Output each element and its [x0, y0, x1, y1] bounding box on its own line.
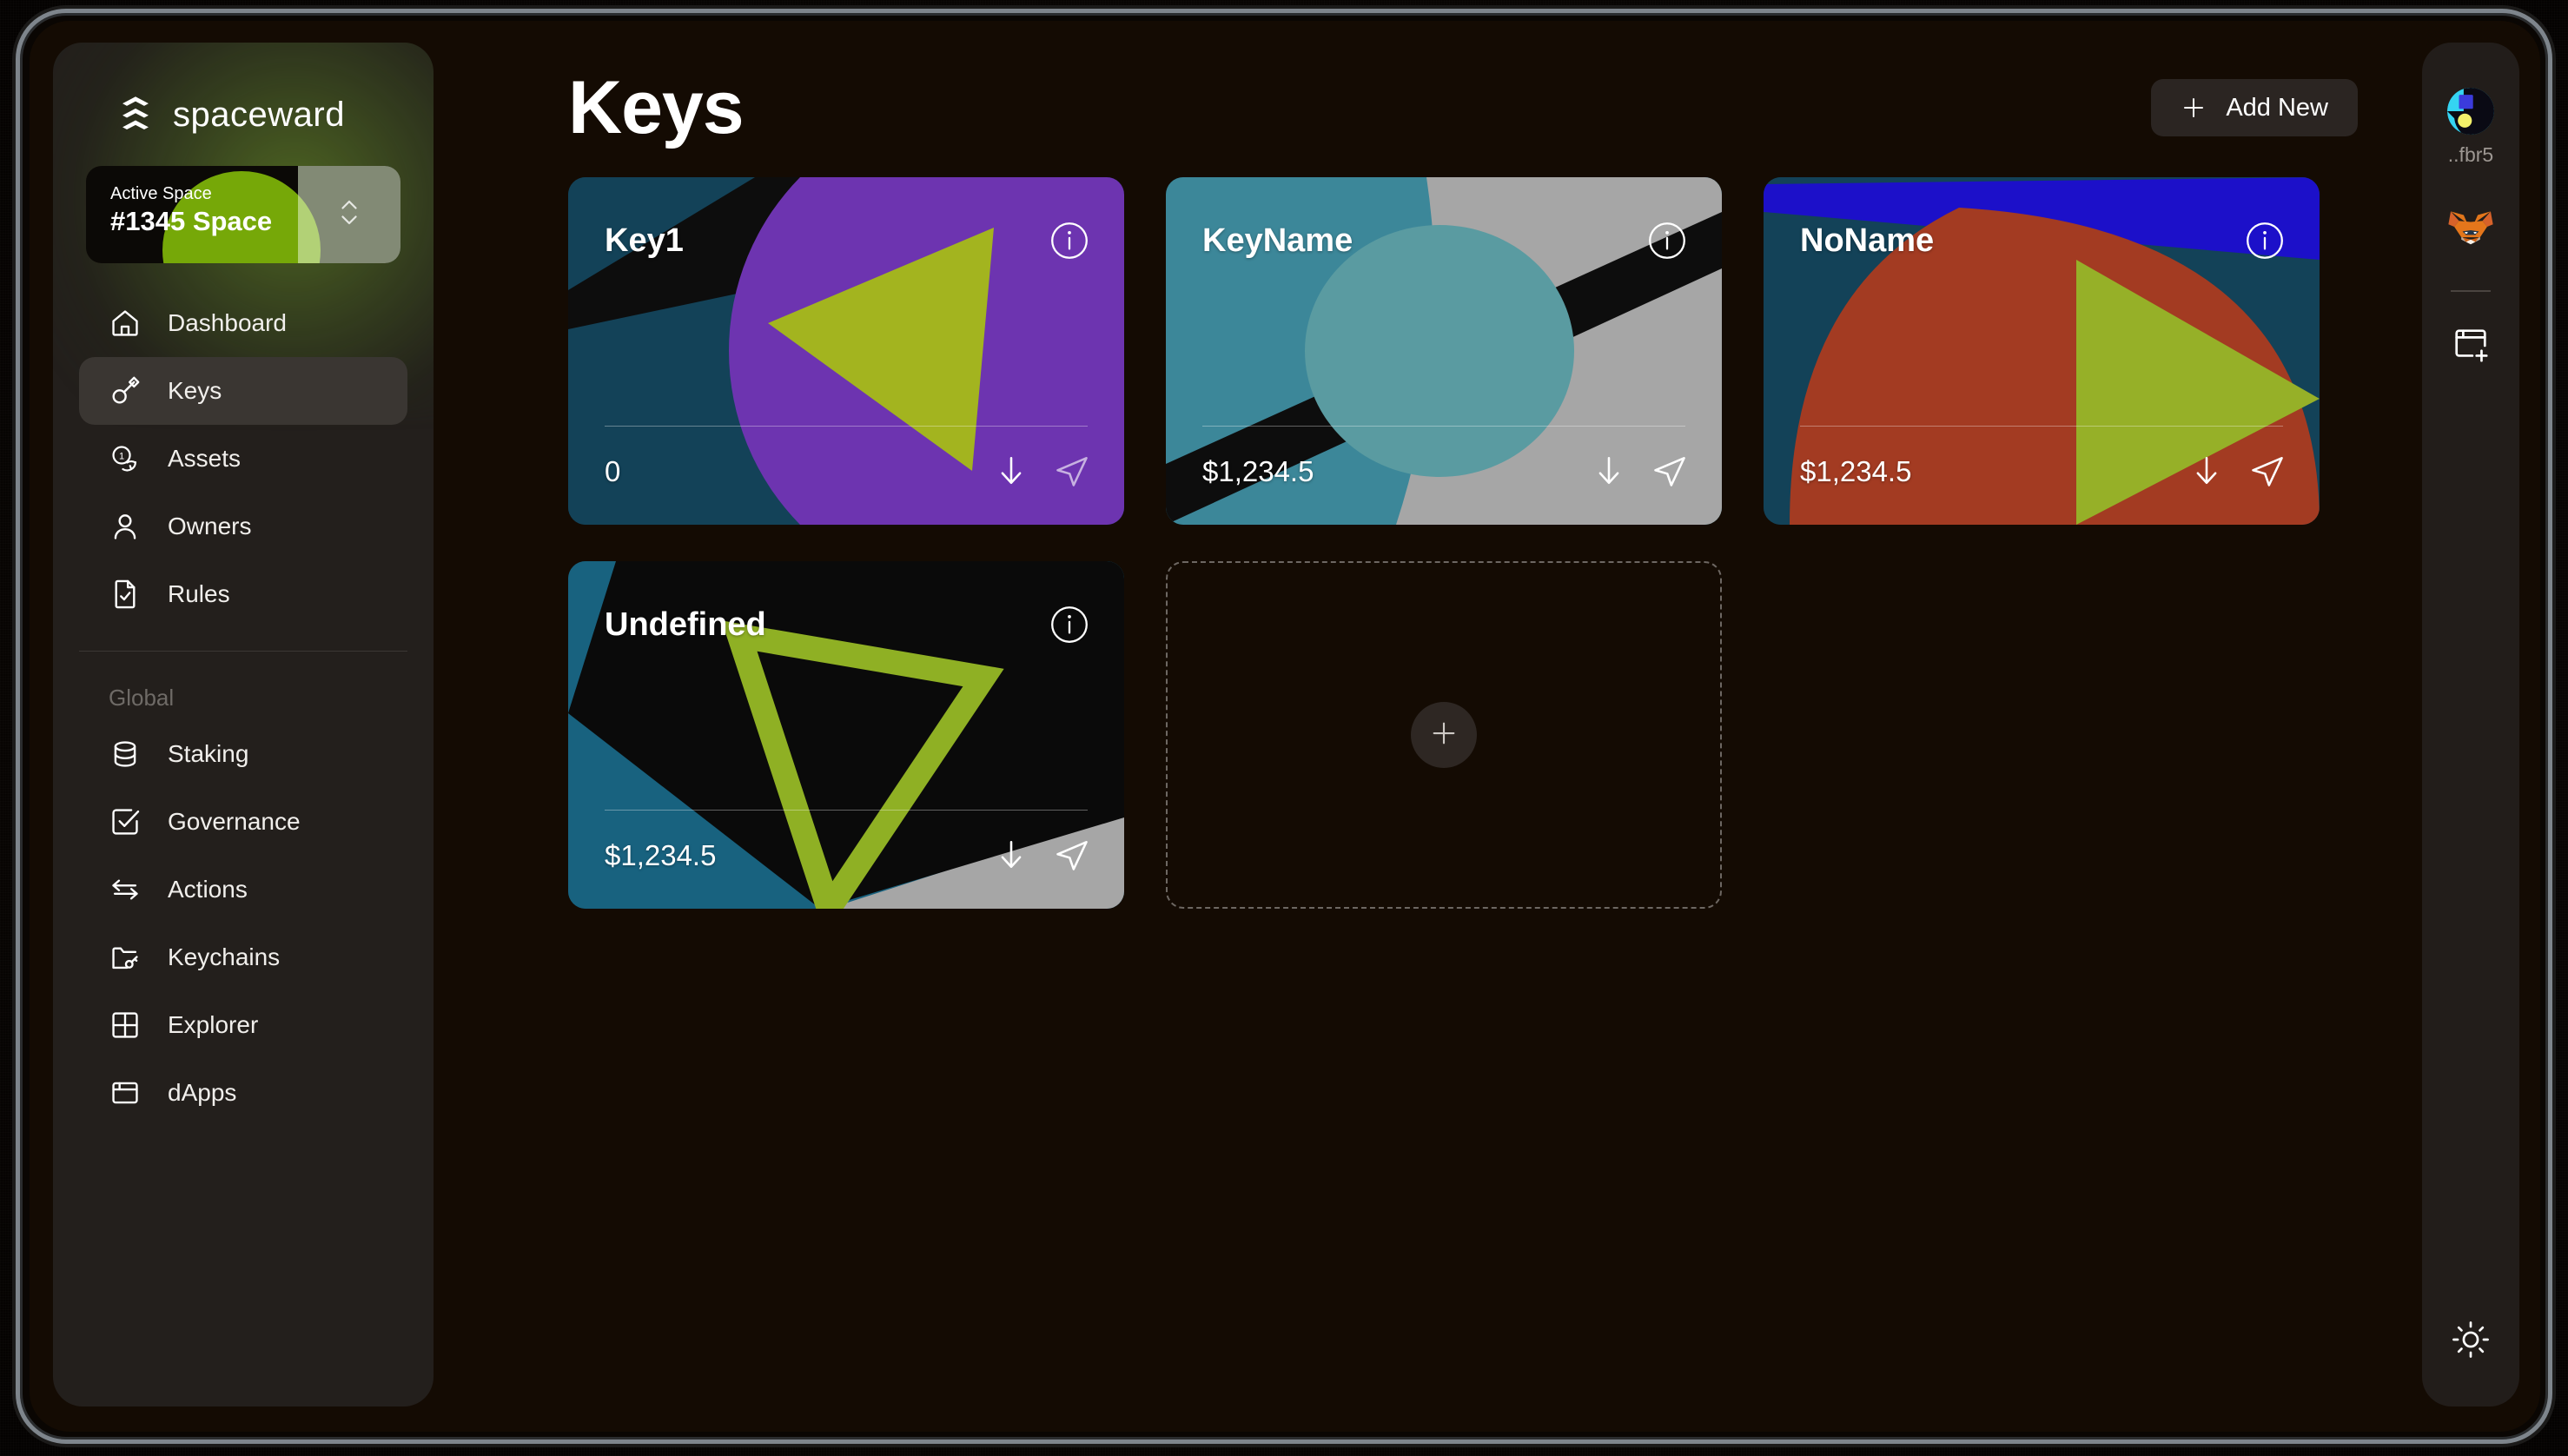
plus-icon: [2181, 95, 2207, 121]
card-amount: $1,234.5: [1800, 455, 1912, 487]
sidebar-item-keychains[interactable]: Keychains: [79, 923, 407, 991]
home-icon: [109, 307, 142, 340]
device-frame: spaceward Active Space #1345 Space Dashb…: [0, 0, 2568, 1456]
sidebar-item-label: Actions: [168, 876, 248, 903]
sidebar-item-assets[interactable]: 1 Assets: [79, 425, 407, 493]
paper-plane-icon[interactable]: [2248, 452, 2287, 490]
sidebar-item-actions[interactable]: Actions: [79, 856, 407, 923]
chevron-up-down-icon[interactable]: [336, 192, 362, 238]
paper-plane-icon[interactable]: [1053, 452, 1091, 490]
card-name: Undefined: [605, 606, 766, 643]
brand-name: spaceward: [173, 95, 345, 134]
svg-text:1: 1: [119, 451, 124, 461]
sidebar-item-label: Owners: [168, 513, 252, 539]
database-icon: [109, 738, 142, 771]
sidebar-primary-nav: Dashboard Keys 1 Assets Owners Rules: [53, 263, 434, 628]
key-card[interactable]: KeyName $1,234.5: [1166, 177, 1722, 525]
sidebar-item-explorer[interactable]: Explorer: [79, 991, 407, 1059]
theme-toggle-button[interactable]: [2451, 1320, 2491, 1360]
sidebar-item-rules[interactable]: Rules: [79, 560, 407, 628]
sidebar-item-dashboard[interactable]: Dashboard: [79, 289, 407, 357]
arrows-swap-icon: [109, 873, 142, 906]
brand[interactable]: spaceward: [53, 43, 434, 135]
sidebar-item-label: Rules: [168, 580, 230, 607]
key-icon: [109, 374, 142, 407]
sidebar-item-governance[interactable]: Governance: [79, 788, 407, 856]
card-name: KeyName: [1202, 222, 1353, 259]
key-card[interactable]: Veiw details Key1 0: [568, 177, 1124, 525]
new-window-icon[interactable]: [2451, 325, 2491, 365]
sidebar-item-staking[interactable]: Staking: [79, 720, 407, 788]
sidebar-item-label: Keys: [168, 377, 222, 404]
user-icon: [109, 510, 142, 543]
wallet-avatar-icon[interactable]: [2447, 88, 2494, 135]
keys-grid: Veiw details Key1 0: [568, 177, 2340, 909]
page-title: Keys: [568, 65, 745, 149]
plus-icon: [1429, 718, 1459, 752]
sidebar-global-nav: Staking Governance Actions Keychains Exp…: [53, 720, 434, 1127]
card-amount: $1,234.5: [1202, 455, 1314, 487]
info-circle-icon[interactable]: [2243, 219, 2287, 262]
left-sidebar: spaceward Active Space #1345 Space Dashb…: [53, 43, 434, 1406]
card-name: Key1: [605, 222, 684, 259]
card-amount: 0: [605, 455, 621, 487]
metamask-fox-icon[interactable]: [2447, 207, 2494, 254]
card-actions: [992, 836, 1091, 874]
paper-plane-icon[interactable]: [1651, 452, 1689, 490]
key-card[interactable]: Undefined $1,234.5: [568, 561, 1124, 909]
sidebar-item-label: Keychains: [168, 943, 281, 970]
sidebar-item-label: dApps: [168, 1079, 237, 1106]
sidebar-item-label: Governance: [168, 808, 301, 835]
card-divider: [605, 810, 1088, 811]
browser-window-icon: [109, 1076, 142, 1109]
card-actions: [2187, 452, 2287, 490]
placeholder-plus-circle: [1411, 702, 1477, 768]
key-card[interactable]: NoName $1,234.5: [1764, 177, 2320, 525]
folder-key-icon: [109, 941, 142, 974]
sidebar-group-title: Global: [109, 685, 175, 711]
sidebar-item-label: Staking: [168, 740, 249, 767]
add-key-placeholder-card[interactable]: [1166, 561, 1722, 909]
info-circle-icon[interactable]: [1048, 603, 1091, 646]
sun-icon: [2451, 1320, 2491, 1360]
sidebar-item-keys[interactable]: Keys: [79, 357, 407, 425]
sidebar-item-label: Dashboard: [168, 309, 287, 336]
arrow-down-icon[interactable]: [1590, 452, 1628, 490]
checkbox-checked-icon: [109, 805, 142, 838]
active-space-selector[interactable]: Active Space #1345 Space: [86, 166, 400, 263]
active-space-value: #1345 Space: [110, 206, 273, 236]
card-divider: [1202, 426, 1685, 427]
info-circle-icon[interactable]: [1645, 219, 1689, 262]
right-rail: ..fbr5: [2422, 43, 2519, 1406]
page-header: Keys Add New: [434, 43, 2419, 173]
info-circle-icon[interactable]: [1048, 219, 1091, 262]
coins-icon: 1: [109, 442, 142, 475]
grid-icon: [109, 1009, 142, 1042]
sidebar-item-label: Explorer: [168, 1011, 259, 1038]
stacked-chevrons-logo-icon: [116, 95, 156, 135]
card-name: NoName: [1800, 222, 1935, 259]
card-divider: [605, 426, 1088, 427]
add-new-button[interactable]: Add New: [2151, 79, 2358, 136]
app-screen: spaceward Active Space #1345 Space Dashb…: [30, 21, 2540, 1432]
card-divider: [1800, 426, 2283, 427]
wallet-label: ..fbr5: [2447, 143, 2494, 166]
card-amount: $1,234.5: [605, 839, 717, 871]
sidebar-item-label: Assets: [168, 445, 242, 472]
add-new-label: Add New: [2226, 93, 2328, 122]
paper-plane-icon[interactable]: [1053, 836, 1091, 874]
arrow-down-icon[interactable]: [992, 836, 1030, 874]
active-space-label: Active Space: [110, 184, 212, 203]
sidebar-item-dapps[interactable]: dApps: [79, 1059, 407, 1127]
main-content: Keys Add New Key1 0 KeyName $1,234.5 NoN…: [434, 43, 2419, 1410]
card-actions: [1590, 452, 1689, 490]
arrow-down-icon[interactable]: [2187, 452, 2226, 490]
sidebar-item-owners[interactable]: Owners: [79, 493, 407, 560]
rail-divider: [2451, 290, 2491, 292]
arrow-down-icon[interactable]: [992, 452, 1030, 490]
file-check-icon: [109, 578, 142, 611]
card-actions: [992, 452, 1091, 490]
